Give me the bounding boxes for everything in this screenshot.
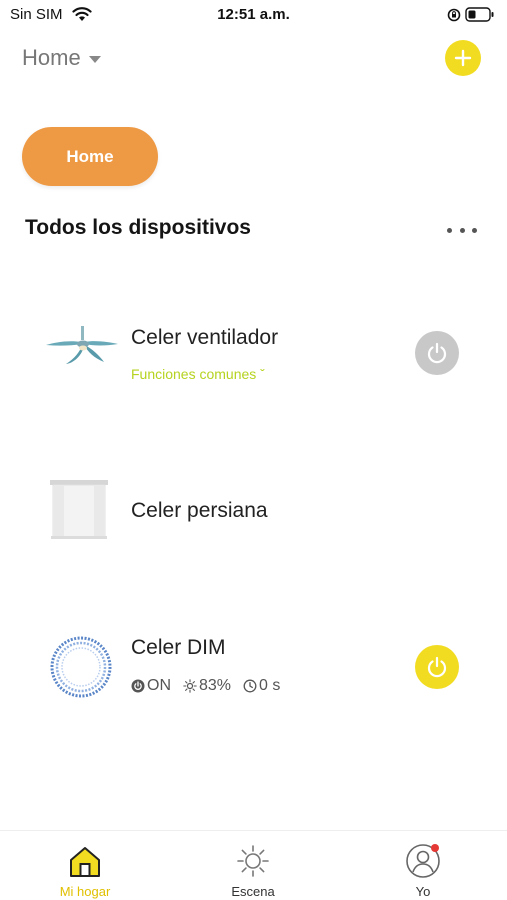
device-row-dim[interactable]: Celer DIM ON 83% 0 s (0, 620, 507, 720)
led-strip-icon (50, 636, 112, 698)
common-functions-link[interactable]: Funciones comunes ˇ (131, 366, 265, 382)
device-row-blind[interactable]: Celer persiana (0, 460, 507, 560)
tab-mi-hogar[interactable]: Mi hogar (25, 831, 145, 900)
clock: 12:51 a.m. (217, 6, 290, 23)
tab-escena[interactable]: Escena (193, 831, 313, 900)
tab-label: Yo (415, 884, 431, 899)
status-brightness-label: 83% (199, 677, 232, 694)
dot-icon (472, 227, 477, 233)
ceiling-fan-icon (46, 326, 118, 364)
user-icon (406, 844, 440, 878)
brightness-icon (183, 679, 197, 693)
home-selector-label: Home (22, 45, 81, 70)
blind-icon (50, 480, 108, 539)
device-name: Celer ventilador (131, 326, 279, 349)
tab-yo[interactable]: Yo (363, 831, 483, 900)
more-options-button[interactable] (447, 220, 477, 240)
status-timer: 0 s (243, 677, 280, 695)
tab-label: Escena (231, 884, 275, 899)
sun-icon (237, 845, 269, 877)
device-name: Celer persiana (131, 499, 268, 522)
timer-icon (243, 679, 257, 693)
power-button-dim[interactable] (415, 645, 459, 689)
status-on-label: ON (147, 677, 171, 694)
power-button-fan[interactable] (415, 331, 459, 375)
power-status-icon (131, 679, 145, 693)
power-icon (427, 342, 447, 364)
dot-icon (447, 227, 452, 233)
orientation-lock-icon (447, 8, 461, 22)
status-bar: Sin SIM 12:51 a.m. (0, 0, 507, 32)
caret-down-icon (88, 55, 101, 63)
battery-icon (465, 7, 494, 22)
plus-icon (454, 49, 472, 67)
device-name: Celer DIM (131, 636, 226, 659)
bottom-tab-bar: Mi hogar Escena Yo (0, 830, 507, 900)
dot-icon (459, 227, 465, 233)
status-timer-label: 0 s (259, 677, 281, 694)
add-device-button[interactable] (445, 40, 481, 76)
status-brightness: 83% (183, 677, 231, 695)
power-icon (427, 656, 447, 678)
notification-badge (431, 844, 439, 852)
device-row-fan[interactable]: Celer ventilador Funciones comunes ˇ (0, 300, 507, 400)
room-tab-home[interactable]: Home (22, 127, 158, 186)
status-on: ON (131, 677, 171, 695)
device-status-line: ON 83% 0 s (131, 677, 292, 695)
tab-label: Mi hogar (59, 884, 111, 899)
home-selector[interactable]: Home (22, 44, 101, 72)
home-icon (70, 847, 100, 877)
section-title: Todos los dispositivos (25, 216, 251, 239)
